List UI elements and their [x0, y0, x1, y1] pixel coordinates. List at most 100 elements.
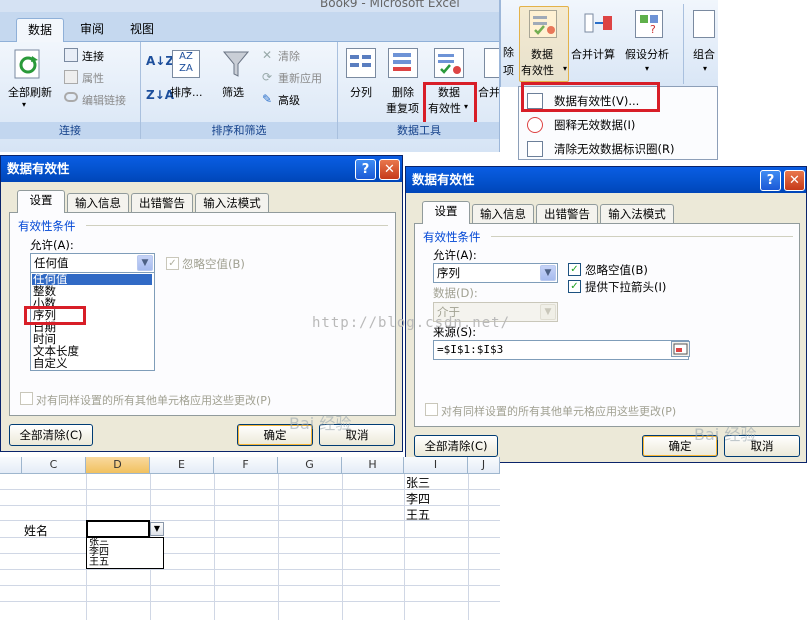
refresh-all-icon [12, 48, 44, 80]
tab-ime-mode[interactable]: 输入法模式 [600, 204, 674, 224]
watermark: Bai 经验 [694, 425, 757, 444]
sort-dialog-icon: AZ ZA [172, 50, 200, 78]
tab-settings[interactable]: 设置 [422, 201, 470, 224]
ignore-blank-label: 忽略空值(B) [585, 263, 648, 277]
clear-all-button[interactable]: 全部清除(C) [414, 435, 498, 457]
remove-duplicates-label-2[interactable]: 重复项 [386, 100, 419, 116]
menu-item-label: 圈释无效数据(I) [554, 118, 636, 132]
menu-item-clear-circles[interactable]: 清除无效数据标识圈(R) [519, 137, 717, 161]
column-header[interactable]: I [404, 457, 468, 474]
settings-panel: 有效性条件 允许(A): 任何值 ▼ ✓ 忽略空值(B) 任何值 整数 小数 序… [9, 212, 396, 416]
clear-circles-icon [527, 141, 543, 157]
edit-links-icon [64, 92, 78, 102]
tab-settings[interactable]: 设置 [17, 190, 65, 213]
validation-label-1[interactable]: 数据 [531, 46, 553, 62]
allow-select[interactable]: 序列 ▼ [433, 263, 558, 283]
cell-value[interactable]: 李四 [406, 490, 430, 507]
remove-duplicates-label-1[interactable]: 删除 [392, 84, 414, 100]
clear-all-button[interactable]: 全部清除(C) [9, 424, 93, 446]
tab-data[interactable]: 数据 [16, 18, 64, 42]
allow-select[interactable]: 任何值 ▼ [30, 253, 155, 273]
svg-text:?: ? [650, 23, 656, 36]
tab-input-message[interactable]: 输入信息 [67, 193, 129, 213]
chevron-down-icon: ▼ [540, 304, 556, 320]
range-selector-icon[interactable] [671, 341, 690, 357]
cell-dropdown-list[interactable]: 张三 李四 王五 [86, 537, 164, 569]
chevron-down-icon: ▾ [703, 64, 708, 73]
text-to-columns-button[interactable]: 分列 [350, 84, 372, 100]
tab-review[interactable]: 审阅 [72, 18, 112, 42]
dialog-title: 数据有效性 [1, 156, 402, 182]
column-header[interactable]: G [278, 457, 342, 474]
partial-label: 除 [503, 46, 514, 59]
apply-all-checkbox[interactable] [425, 403, 438, 416]
column-header[interactable]: E [150, 457, 214, 474]
grid-line [278, 474, 279, 620]
consolidate-label-partial[interactable]: 合并 [478, 84, 499, 100]
data-validation-icon [434, 48, 464, 78]
title-bar: Book9 - Microsoft Excel [0, 0, 499, 12]
tab-ime-mode[interactable]: 输入法模式 [195, 193, 269, 213]
divider [491, 236, 793, 237]
advanced-button[interactable]: 高级 [278, 92, 300, 108]
filter-button[interactable]: 筛选 [222, 84, 244, 100]
corner-header[interactable] [0, 457, 22, 474]
clear-button[interactable]: 清除 [278, 48, 300, 64]
consolidate-icon [484, 48, 499, 78]
apply-all-checkbox[interactable] [20, 392, 33, 405]
name-label-cell[interactable]: 姓名 [24, 522, 48, 539]
tab-error-alert[interactable]: 出错警告 [131, 193, 193, 213]
cell-value[interactable]: 王五 [406, 506, 430, 523]
chevron-down-icon: ▾ [563, 64, 568, 73]
close-button[interactable]: ✕ [379, 159, 400, 180]
properties-button[interactable]: 属性 [82, 70, 104, 86]
group-button[interactable]: 组合 [693, 46, 715, 62]
sort-button[interactable]: 排序... [170, 84, 203, 100]
remove-duplicates-icon [388, 48, 418, 78]
grid-line [342, 474, 343, 620]
column-header[interactable]: D [86, 457, 150, 474]
refresh-all-button[interactable]: 全部刷新 [8, 84, 52, 100]
list-item[interactable]: 自定义 [33, 357, 68, 369]
help-button[interactable]: ? [760, 170, 781, 191]
source-input[interactable]: =$I$1:$I$3 [433, 340, 689, 360]
what-if-button[interactable]: 假设分析 [625, 46, 669, 62]
help-button[interactable]: ? [355, 159, 376, 180]
text-to-columns-icon [346, 48, 376, 78]
watermark: Bai 经验 [289, 414, 352, 433]
apply-all-label: 对有同样设置的所有其他单元格应用这些更改(P) [441, 405, 677, 418]
allow-select-value: 任何值 [34, 256, 69, 270]
active-cell[interactable] [86, 520, 150, 538]
list-item[interactable]: 王五 [89, 558, 109, 568]
connections-button[interactable]: 连接 [82, 48, 104, 64]
validation-label-2[interactable]: 有效性 [521, 62, 554, 78]
group-label-sort-filter: 排序和筛选 [141, 122, 337, 139]
column-header[interactable]: C [22, 457, 86, 474]
cell-dropdown-arrow-icon[interactable]: ▼ [150, 522, 164, 536]
edit-links-button[interactable]: 编辑链接 [82, 92, 126, 108]
menu-item-circle-invalid[interactable]: 圈释无效数据(I) [519, 113, 717, 137]
ignore-blank-label: 忽略空值(B) [182, 257, 245, 271]
column-header[interactable]: H [342, 457, 404, 474]
cell-value[interactable]: 张三 [406, 474, 430, 491]
filter-icon [222, 48, 250, 83]
close-button[interactable]: ✕ [784, 170, 805, 191]
tab-error-alert[interactable]: 出错警告 [536, 204, 598, 224]
in-cell-dropdown-checkbox[interactable]: ✓ [568, 280, 581, 293]
ribbon-body: 全部刷新 ▾ 连接 属性 编辑链接 连接 A↓Z Z↓A AZ ZA 排序... … [0, 42, 499, 152]
grid-line [214, 474, 215, 620]
reapply-icon: ⟳ [262, 70, 273, 84]
data-validation-dialog-left: 数据有效性 ? ✕ 设置 输入信息 出错警告 输入法模式 有效性条件 允许(A)… [0, 155, 403, 452]
reapply-button[interactable]: 重新应用 [278, 70, 322, 86]
column-header[interactable]: F [214, 457, 278, 474]
allow-label: 允许(A): [30, 238, 74, 252]
highlight-box [423, 82, 477, 126]
consolidate-button[interactable]: 合并计算 [571, 46, 615, 62]
tab-view[interactable]: 视图 [122, 18, 162, 42]
sort-az-icon[interactable]: A↓Z [146, 54, 174, 68]
tab-input-message[interactable]: 输入信息 [472, 204, 534, 224]
ignore-blank-checkbox[interactable]: ✓ [568, 263, 581, 276]
column-header[interactable]: J [468, 457, 500, 474]
group-label-connections: 连接 [0, 122, 140, 139]
ignore-blank-checkbox[interactable]: ✓ [166, 257, 179, 270]
